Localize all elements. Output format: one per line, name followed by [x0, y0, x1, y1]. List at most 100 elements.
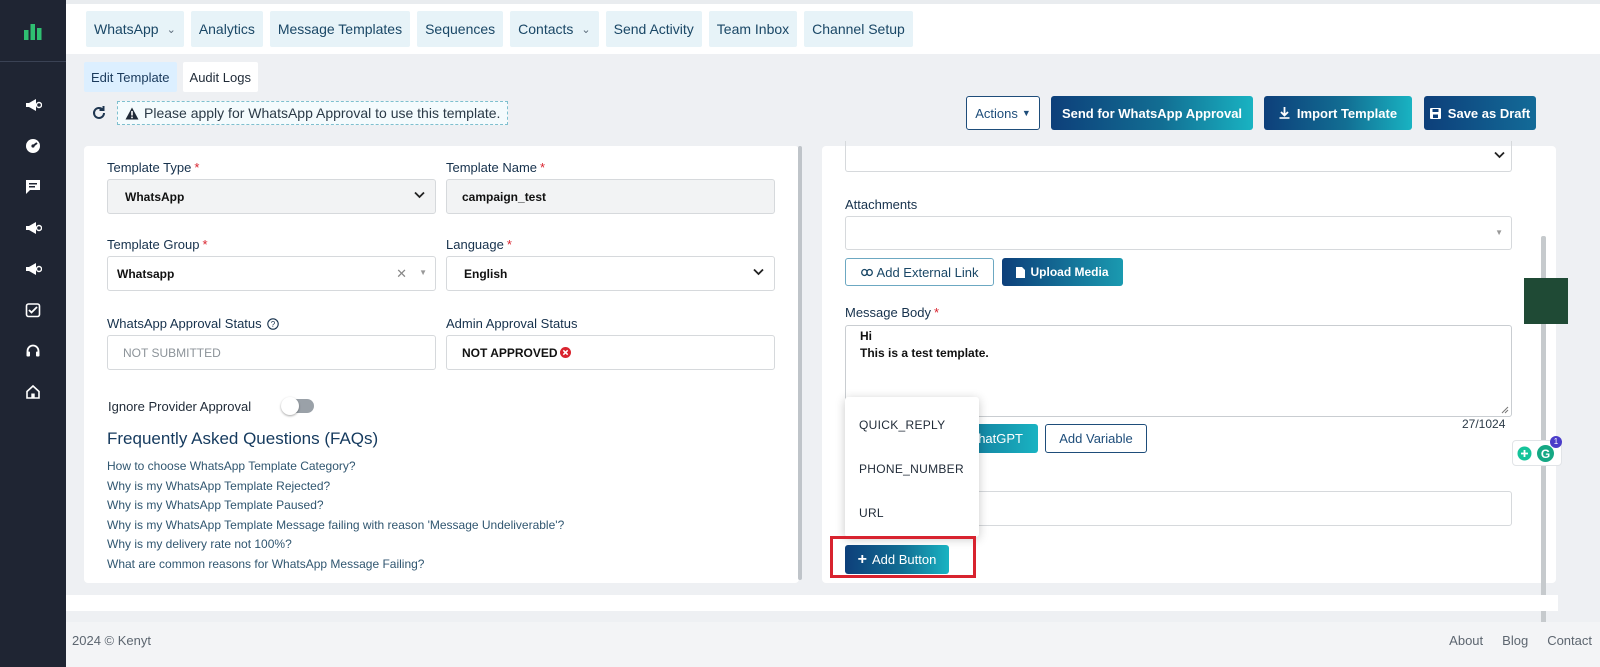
tab-channel-setup[interactable]: Channel Setup	[804, 11, 913, 47]
import-template-button[interactable]: Import Template	[1264, 96, 1412, 130]
home-icon	[26, 384, 40, 399]
approval-notice: Please apply for WhatsApp Approval to us…	[117, 101, 509, 125]
caret-down-icon: ▼	[419, 268, 427, 277]
svg-text:G: G	[1541, 447, 1550, 461]
bulb-icon	[1517, 446, 1532, 460]
add-external-link-button[interactable]: Add External Link	[845, 258, 994, 286]
sidebar-item-broadcast[interactable]	[0, 207, 66, 248]
faq-link[interactable]: Why is my WhatsApp Template Message fail…	[107, 516, 564, 536]
tab-label: Sequences	[425, 21, 496, 37]
resize-handle-icon[interactable]	[1501, 406, 1509, 414]
faq-link[interactable]: How to choose WhatsApp Template Category…	[107, 457, 564, 477]
label-text: Admin Approval Status	[446, 316, 578, 331]
dropdown-item-url[interactable]: URL	[845, 491, 979, 535]
sidebar-item-support[interactable]	[0, 330, 66, 371]
sidebar-item-announcements[interactable]	[0, 248, 66, 289]
template-name-input[interactable]: campaign_test	[446, 179, 775, 214]
app-logo[interactable]	[0, 0, 66, 62]
add-link-label: Add External Link	[876, 264, 979, 280]
megaphone-icon	[26, 262, 42, 275]
faq-list: How to choose WhatsApp Template Category…	[107, 457, 564, 574]
tab-team-inbox[interactable]: Team Inbox	[708, 11, 798, 47]
required-asterisk: *	[934, 305, 940, 320]
header-type-select[interactable]	[845, 141, 1512, 172]
add-variable-button[interactable]: Add Variable	[1045, 424, 1147, 453]
footer-link-blog[interactable]: Blog	[1502, 633, 1528, 648]
faq-title: Frequently Asked Questions (FAQs)	[107, 429, 379, 448]
copyright-text: 2024 © Kenyt	[72, 633, 151, 648]
ignore-approval-label: Ignore Provider Approval	[108, 399, 252, 414]
template-type-select[interactable]: WhatsApp	[107, 179, 436, 214]
main-content: Edit Template Audit Logs Please apply fo…	[66, 54, 1600, 638]
sidebar-item-campaigns[interactable]	[0, 84, 66, 125]
footer-link-about[interactable]: About	[1449, 633, 1483, 648]
attachments-select[interactable]: ▼	[845, 216, 1512, 250]
label-text: Template Group	[107, 237, 200, 252]
required-asterisk: *	[540, 160, 546, 175]
sidebar-item-home[interactable]	[0, 371, 66, 412]
tab-analytics[interactable]: Analytics	[190, 11, 263, 47]
tab-contacts[interactable]: Contacts ⌄	[510, 11, 599, 47]
bar-chart-icon	[24, 23, 42, 40]
chevron-down-icon	[1494, 151, 1505, 159]
label-text: Template Type	[107, 160, 192, 175]
faq-link[interactable]: Why is my WhatsApp Template Rejected?	[107, 477, 564, 497]
refresh-icon[interactable]	[90, 104, 108, 122]
svg-text:?: ?	[271, 320, 276, 329]
wa-status-field: NOT SUBMITTED	[107, 335, 436, 370]
template-name-label: Template Name *	[446, 160, 545, 175]
error-circle-icon	[559, 347, 571, 358]
tab-sequences[interactable]: Sequences	[417, 11, 504, 47]
actions-dropdown-button[interactable]: Actions ▼	[966, 96, 1040, 130]
template-group-select[interactable]: Whatsapp ✕ ▼	[107, 256, 436, 291]
gauge-icon	[26, 138, 40, 153]
tab-audit-logs[interactable]: Audit Logs	[182, 62, 258, 92]
plus-icon: +	[857, 550, 867, 568]
approval-label: Send for WhatsApp Approval	[1061, 105, 1243, 121]
send-approval-button[interactable]: Send for WhatsApp Approval	[1051, 96, 1253, 130]
template-type-label: Template Type *	[107, 160, 199, 175]
sidebar-item-dashboard[interactable]	[0, 125, 66, 166]
wa-status-label: WhatsApp Approval Status ?	[107, 316, 280, 331]
tab-send-activity[interactable]: Send Activity	[605, 11, 702, 47]
footer-link-contact[interactable]: Contact	[1547, 633, 1592, 648]
input-value: campaign_test	[462, 189, 547, 204]
sidebar-item-chat[interactable]	[0, 166, 66, 207]
chat-icon	[26, 179, 40, 194]
chevron-down-icon: ▼	[1021, 108, 1031, 118]
ignore-approval-toggle[interactable]	[281, 397, 314, 415]
sidebar-item-tasks[interactable]	[0, 289, 66, 330]
scrollbar-left[interactable]	[798, 146, 802, 580]
faq-link[interactable]: What are common reasons for WhatsApp Mes…	[107, 555, 564, 575]
admin-status-label: Admin Approval Status	[446, 316, 578, 331]
tab-whatsapp[interactable]: WhatsApp ⌄	[86, 11, 184, 47]
button-type-dropdown: QUICK_REPLY PHONE_NUMBER URL	[845, 397, 979, 537]
faq-link[interactable]: Why is my WhatsApp Template Paused?	[107, 496, 564, 516]
select-value: English	[464, 266, 508, 281]
add-button-button[interactable]: + Add Button	[845, 545, 949, 574]
tab-edit-template[interactable]: Edit Template	[84, 62, 177, 92]
footer-text-input[interactable]	[973, 491, 1512, 526]
save-draft-button[interactable]: Save as Draft	[1424, 96, 1536, 130]
help-icon[interactable]: ?	[267, 318, 280, 330]
top-navigation: WhatsApp ⌄ Analytics Message Templates Se…	[66, 0, 1600, 54]
upload-media-button[interactable]: Upload Media	[1002, 258, 1123, 286]
actions-label: Actions	[975, 105, 1018, 121]
language-select[interactable]: English	[446, 256, 775, 291]
body-line: This is a test template.	[860, 346, 989, 360]
character-counter: 27/1024	[1462, 417, 1506, 431]
tab-label: Contacts	[518, 21, 574, 37]
tab-message-templates[interactable]: Message Templates	[269, 11, 411, 47]
side-widget-badge[interactable]	[1524, 278, 1568, 324]
caret-down-icon: ▼	[1495, 228, 1503, 237]
attachments-label: Attachments	[845, 197, 918, 212]
grammarly-widget[interactable]: G 1	[1512, 436, 1562, 466]
label-text: Language	[446, 237, 504, 252]
faq-link[interactable]: Why is my delivery rate not 100%?	[107, 535, 564, 555]
chevron-down-icon	[753, 268, 764, 276]
dropdown-item-phone-number[interactable]: PHONE_NUMBER	[845, 447, 979, 491]
dropdown-item-quick-reply[interactable]: QUICK_REPLY	[845, 403, 979, 447]
template-group-label: Template Group *	[107, 237, 208, 252]
link-icon	[860, 268, 873, 276]
clear-icon[interactable]: ✕	[396, 266, 407, 282]
